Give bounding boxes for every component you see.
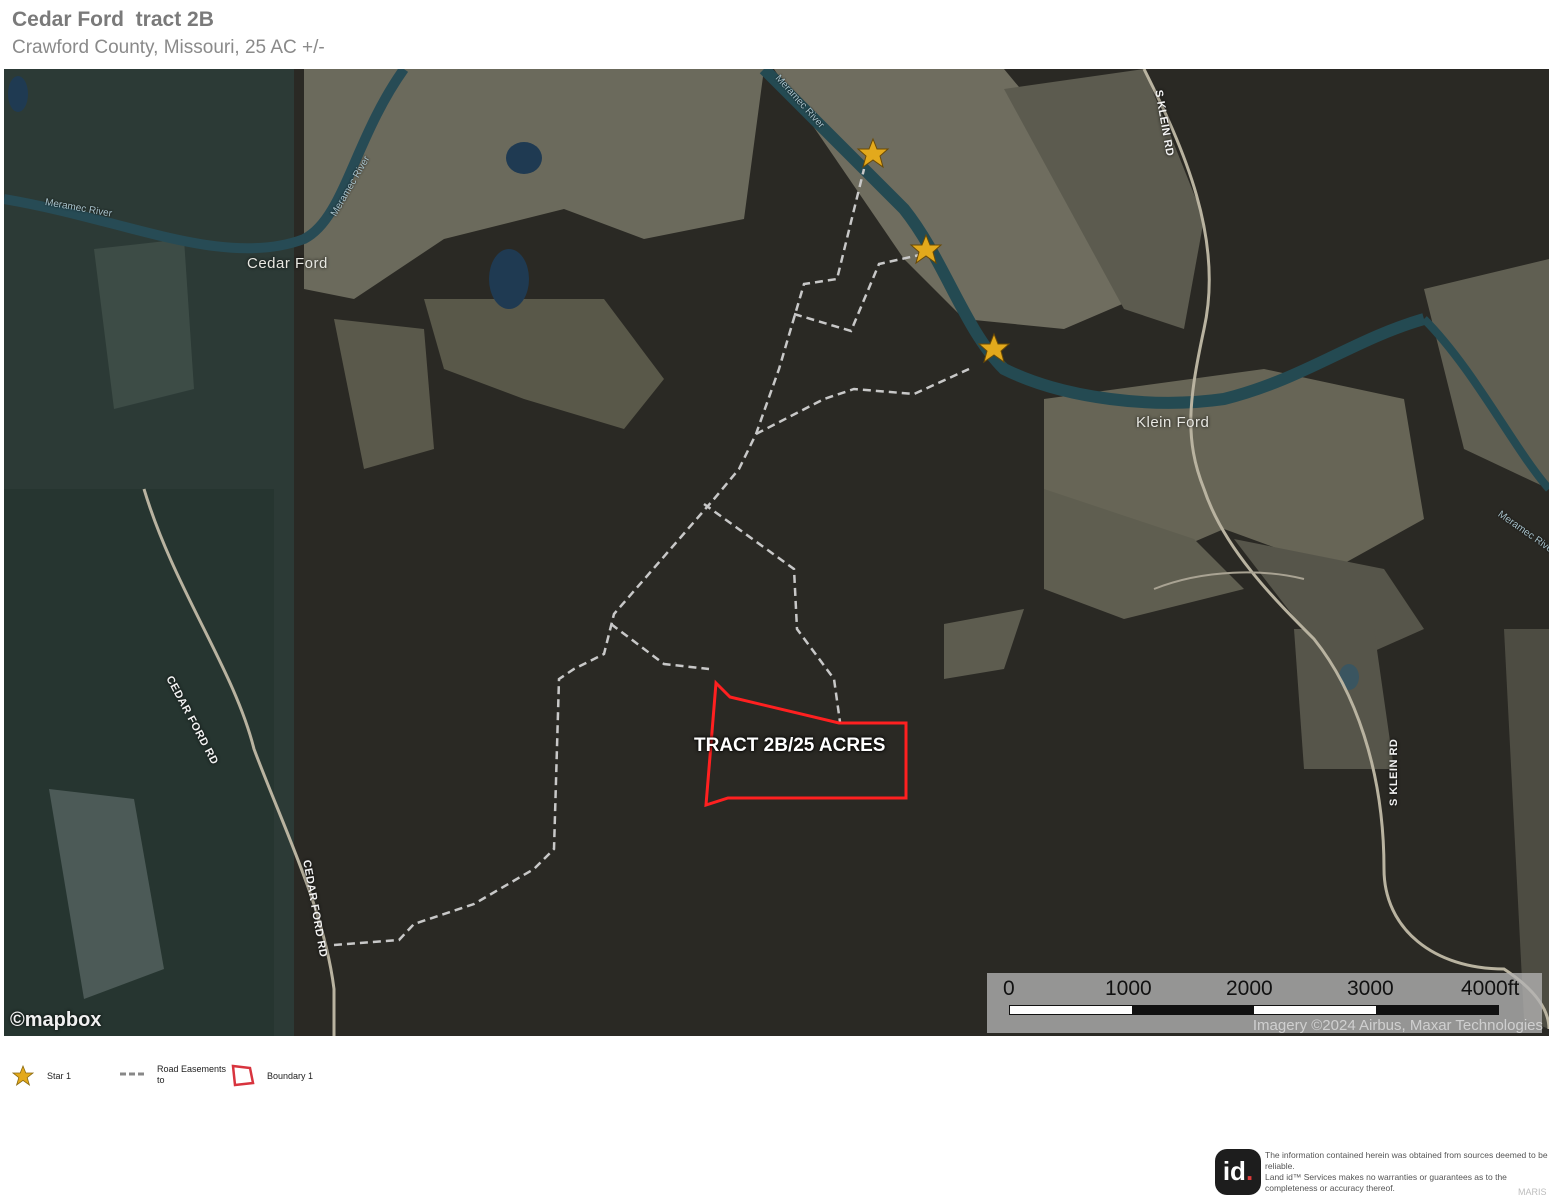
scale-tick: 4000ft bbox=[1461, 977, 1520, 1000]
map-title: Cedar Ford tract 2B bbox=[12, 8, 214, 31]
legend-star-label: Star 1 bbox=[47, 1071, 72, 1081]
tract-label: TRACT 2B/25 ACRES bbox=[694, 735, 886, 756]
star-icon bbox=[12, 1065, 34, 1087]
road-easement-lines bbox=[333, 168, 970, 947]
map-legend: Star 1 Road Easements to Boundary 1 bbox=[0, 1062, 600, 1092]
legend-boundary-label: Boundary 1 bbox=[267, 1071, 314, 1081]
disclaimer-line-1: The information contained herein was obt… bbox=[1265, 1150, 1548, 1171]
maris-watermark: MARIS bbox=[1518, 1187, 1547, 1197]
imagery-credit: Imagery ©2024 Airbus, Maxar Technologies bbox=[1252, 1017, 1543, 1034]
scale-tick: 2000 bbox=[1226, 977, 1273, 1000]
star-markers bbox=[856, 137, 1011, 364]
place-label-cedar-ford: Cedar Ford bbox=[247, 255, 328, 272]
scale-bar-graphic bbox=[1009, 1005, 1499, 1015]
satellite-map[interactable]: Cedar Ford Klein Ford CEDAR FORD RD CEDA… bbox=[4, 69, 1549, 1036]
scale-tick: 0 bbox=[1003, 977, 1015, 1000]
land-id-logo: id. bbox=[1215, 1149, 1261, 1195]
scale-tick: 3000 bbox=[1347, 977, 1394, 1000]
place-label-klein-ford: Klein Ford bbox=[1136, 414, 1210, 431]
star-marker bbox=[909, 233, 943, 265]
scale-tick: 1000 bbox=[1105, 977, 1152, 1000]
map-subtitle: Crawford County, Missouri, 25 AC +/- bbox=[12, 37, 325, 58]
mapbox-logo[interactable]: ©mapbox bbox=[10, 1009, 101, 1032]
map-overlay bbox=[333, 137, 1011, 947]
star-marker bbox=[856, 137, 890, 169]
dashed-line-icon bbox=[120, 1072, 146, 1076]
road-label-s-klein-rd-south: S KLEIN RD bbox=[1388, 738, 1400, 806]
boundary-icon bbox=[231, 1064, 255, 1087]
disclaimer-line-2: Land id™ Services makes no warranties or… bbox=[1265, 1172, 1507, 1193]
legend-easement-label: Road Easements to bbox=[157, 1064, 227, 1085]
star-marker bbox=[977, 332, 1011, 364]
disclaimer: The information contained herein was obt… bbox=[1265, 1150, 1553, 1194]
